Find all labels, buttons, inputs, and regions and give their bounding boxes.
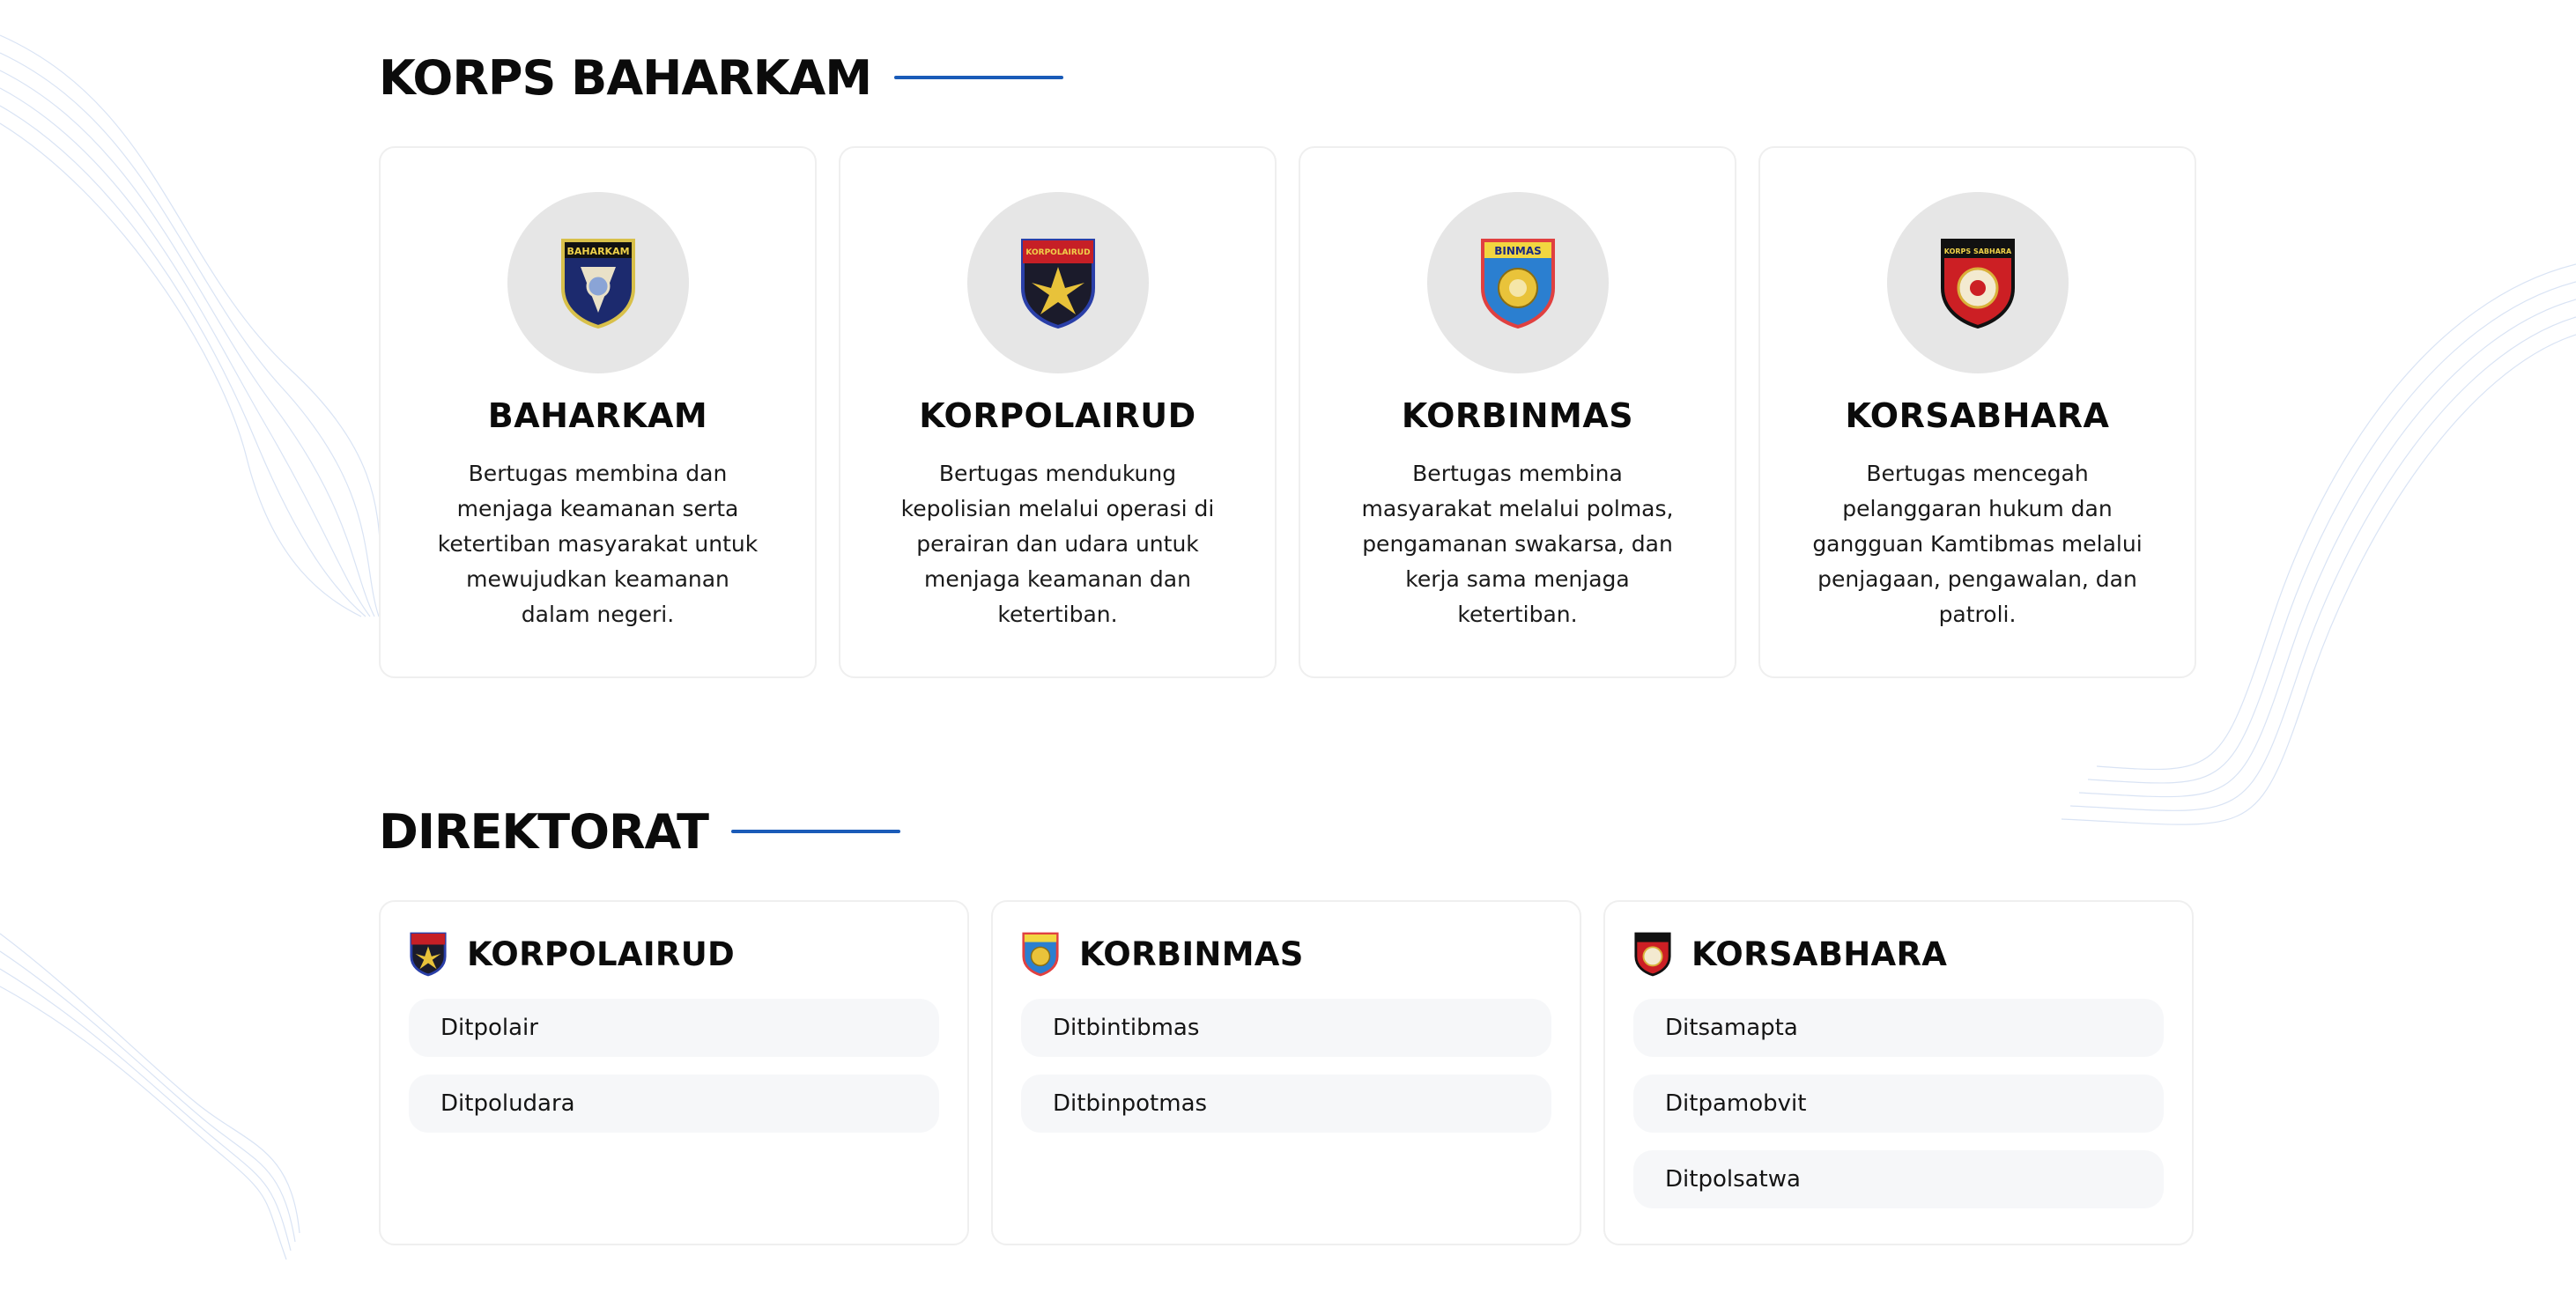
korps-card-description: Bertugas membina masyarakat melalui polm… [1361,461,1674,627]
korps-card-korbinmas[interactable]: BINMAS KORBINMAS Bertugas membina masyar… [1299,146,1736,678]
title-accent-line [894,76,1064,79]
korpolairud-emblem-icon: KORPOLAIRUD [1020,239,1095,329]
svg-text:KORPOLAIRUD: KORPOLAIRUD [1025,248,1090,257]
direktorat-list-item[interactable]: Ditpolair [409,999,939,1057]
korsabhara-emblem-icon: KORPS SABHARA [1940,239,2015,329]
korps-section: KORPS BAHARKAM BAHARKAM BAHARKAM Bertuga… [379,42,2196,678]
svg-text:KORPS SABHARA: KORPS SABHARA [1943,247,2011,255]
emblem-circle: BAHARKAM [507,192,689,373]
direktorat-card-header: KORSABHARA [1633,928,2164,979]
baharkam-emblem-icon: BAHARKAM [560,239,635,329]
direktorat-card-title: KORBINMAS [1079,934,1304,973]
korps-card-title: KORPOLAIRUD [919,396,1196,435]
emblem-circle: KORPOLAIRUD [966,192,1149,373]
direktorat-card-grid: KORPOLAIRUD Ditpolair Ditpoludara KORBIN… [379,900,2194,1245]
korps-card-grid: BAHARKAM BAHARKAM Bertugas membina dan m… [379,146,2196,678]
korps-card-description: Bertugas mencegah pelanggaran hukum dan … [1812,461,2143,627]
direktorat-list-item[interactable]: Ditsamapta [1633,999,2164,1057]
svg-text:BAHARKAM: BAHARKAM [566,246,629,257]
korps-card-baharkam[interactable]: BAHARKAM BAHARKAM Bertugas membina dan m… [379,146,817,678]
korsabhara-emblem-icon [1634,932,1671,977]
direktorat-list-item[interactable]: Ditbinpotmas [1021,1075,1551,1133]
direktorat-list-item[interactable]: Ditpolsatwa [1633,1150,2164,1208]
direktorat-card-header: KORPOLAIRUD [409,928,939,979]
direktorat-list: Ditpolair Ditpoludara [409,999,939,1133]
direktorat-section-title: DIREKTORAT [379,803,709,860]
direktorat-list-item[interactable]: Ditpoludara [409,1075,939,1133]
direktorat-section-header: DIREKTORAT [379,796,2194,867]
korps-card-title: BAHARKAM [487,396,708,435]
korps-section-title: KORPS BAHARKAM [379,49,872,106]
direktorat-card-title: KORPOLAIRUD [467,934,736,973]
korps-card-description: Bertugas membina dan menjaga keamanan se… [437,461,759,627]
emblem-circle: BINMAS [1426,192,1609,373]
korpolairud-emblem-icon [410,932,447,977]
korps-card-title: KORSABHARA [1845,396,2110,435]
korps-card-korpolairud[interactable]: KORPOLAIRUD KORPOLAIRUD Bertugas menduku… [839,146,1277,678]
korbinmas-emblem-icon: BINMAS [1480,239,1555,329]
direktorat-section: DIREKTORAT KORPOLAIRUD Ditpolair Ditpolu… [379,796,2194,1245]
direktorat-card-korpolairud: KORPOLAIRUD Ditpolair Ditpoludara [379,900,969,1245]
direktorat-list: Ditsamapta Ditpamobvit Ditpolsatwa [1633,999,2164,1208]
title-accent-line [731,830,900,833]
direktorat-list: Ditbintibmas Ditbinpotmas [1021,999,1551,1133]
korps-card-korsabhara[interactable]: KORPS SABHARA KORSABHARA Bertugas menceg… [1758,146,2196,678]
emblem-circle: KORPS SABHARA [1886,192,2069,373]
direktorat-list-item[interactable]: Ditpamobvit [1633,1075,2164,1133]
direktorat-card-title: KORSABHARA [1691,934,1948,973]
direktorat-card-header: KORBINMAS [1021,928,1551,979]
direktorat-list-item[interactable]: Ditbintibmas [1021,999,1551,1057]
korps-section-header: KORPS BAHARKAM [379,42,2194,113]
svg-text:BINMAS: BINMAS [1494,245,1542,257]
korps-card-description: Bertugas mendukung kepolisian melalui op… [900,461,1215,627]
korps-card-title: KORBINMAS [1401,396,1634,435]
direktorat-card-korsabhara: KORSABHARA Ditsamapta Ditpamobvit Ditpol… [1603,900,2194,1245]
korbinmas-emblem-icon [1022,932,1059,977]
direktorat-card-korbinmas: KORBINMAS Ditbintibmas Ditbinpotmas [991,900,1581,1245]
